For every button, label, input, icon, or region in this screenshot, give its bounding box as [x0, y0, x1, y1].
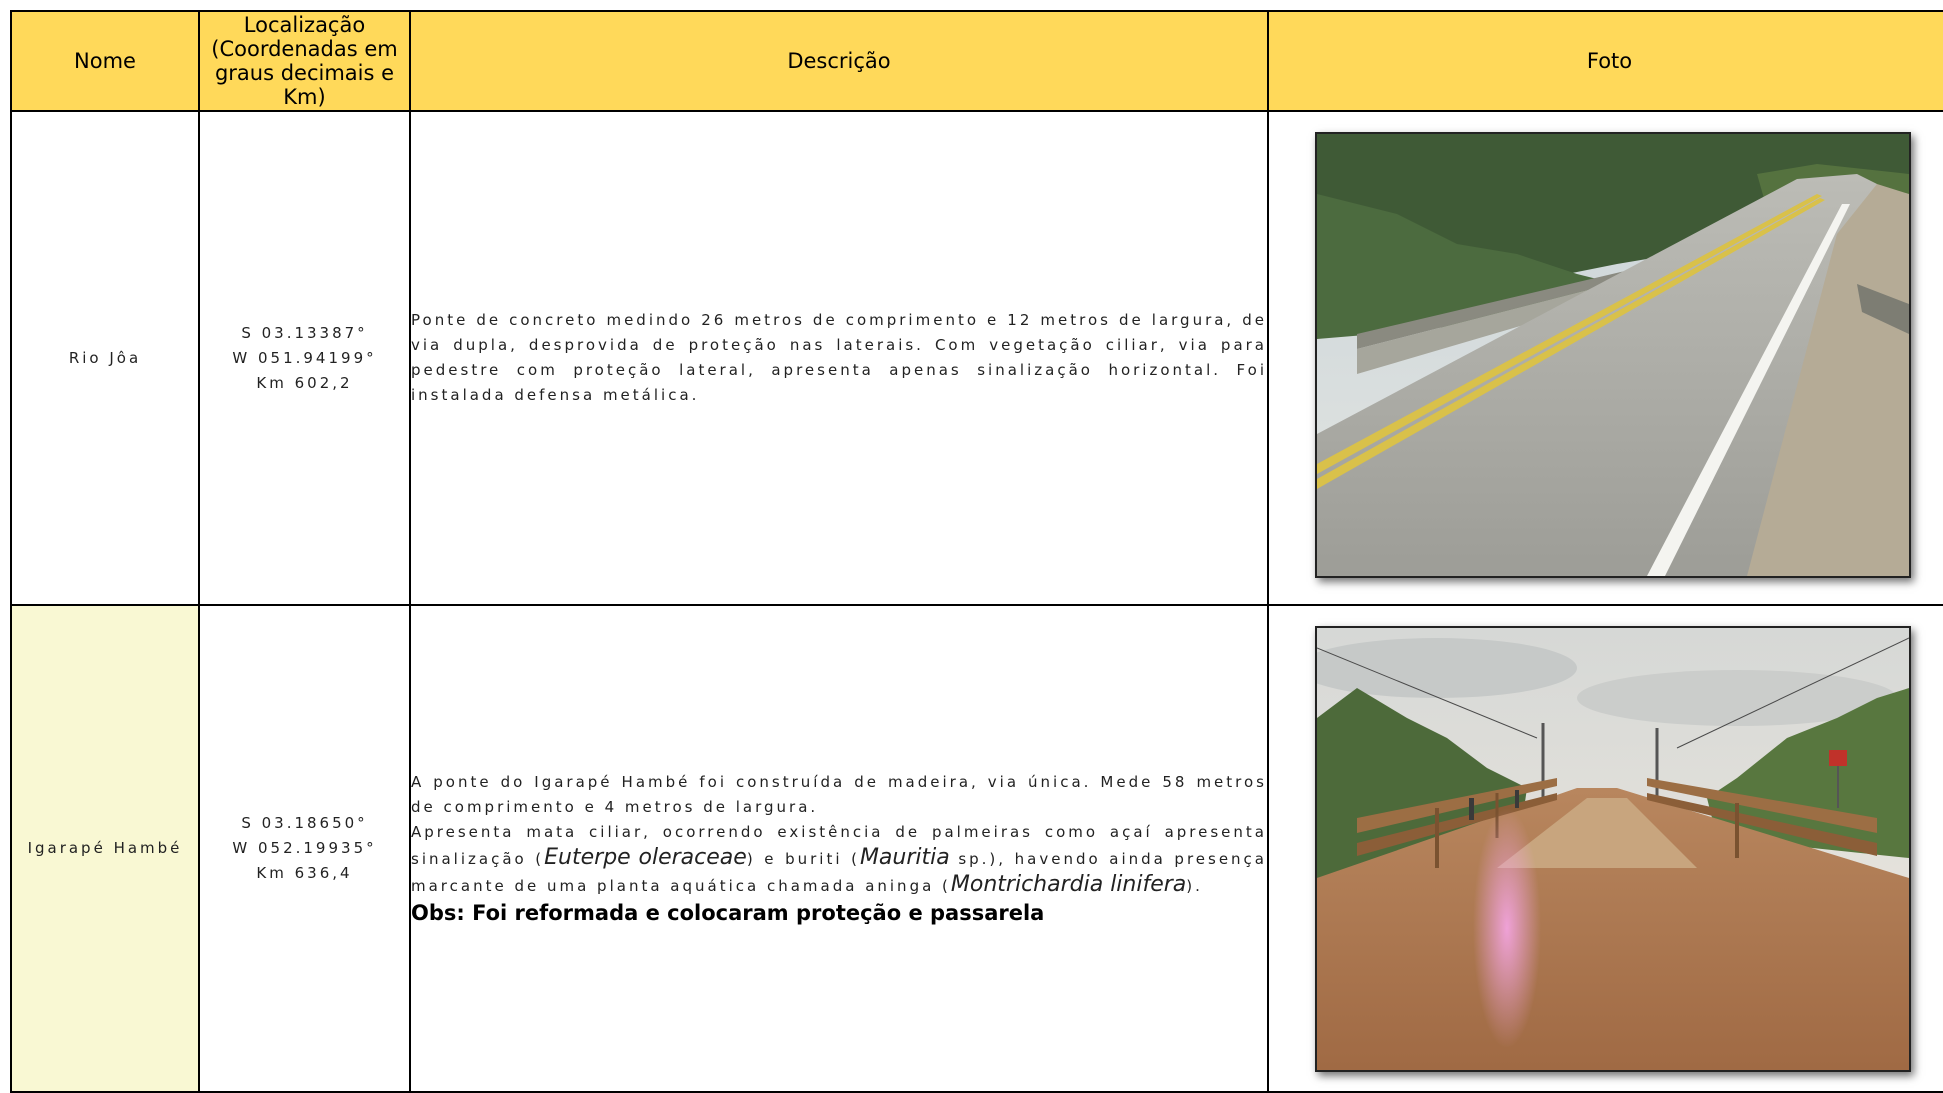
desc-text: ).	[1186, 877, 1203, 895]
row-photo-cell	[1267, 604, 1943, 1093]
coord-w: W 052.19935°	[232, 839, 377, 857]
species-euterpe: Euterpe oleraceae	[544, 845, 747, 870]
coord-w: W 051.94199°	[232, 348, 377, 367]
header-descricao: Descrição	[409, 10, 1269, 112]
row-location: S 03.18650° W 052.19935° Km 636,4	[198, 604, 411, 1093]
concrete-bridge-image	[1317, 134, 1909, 576]
coord-s: S 03.18650°	[241, 814, 368, 832]
row-name: Rio Jôa	[10, 110, 200, 606]
desc-paragraph-1: A ponte do Igarapé Hambé foi construída …	[411, 773, 1267, 816]
wooden-bridge-photo	[1315, 626, 1911, 1072]
km-marker: Km 636,4	[256, 864, 353, 882]
obs-note: Obs: Foi reformada e colocaram proteção …	[411, 901, 1045, 925]
row-location: S 03.13387° W 051.94199° Km 602,2	[198, 110, 411, 606]
row-photo-cell	[1267, 110, 1943, 606]
table-row: Rio Jôa S 03.13387° W 051.94199° Km 602,…	[10, 110, 1943, 606]
wooden-bridge-image	[1317, 628, 1909, 1070]
header-row: Nome Localização (Coordenadas em graus d…	[10, 10, 1943, 112]
header-foto: Foto	[1267, 10, 1943, 112]
coord-s: S 03.13387°	[241, 323, 368, 342]
bridges-table: Nome Localização (Coordenadas em graus d…	[10, 10, 1943, 1093]
desc-paragraph-2: Apresenta mata ciliar, ocorrendo existên…	[411, 820, 1267, 899]
species-montrichardia: Montrichardia linifera	[950, 872, 1187, 897]
header-nome: Nome	[10, 10, 200, 112]
row-name: Igarapé Hambé	[10, 604, 200, 1093]
table-row: Igarapé Hambé S 03.18650° W 052.19935° K…	[10, 604, 1943, 1093]
header-localizacao: Localização (Coordenadas em graus decima…	[198, 10, 411, 112]
species-mauritia: Mauritia	[859, 845, 950, 870]
row-description: A ponte do Igarapé Hambé foi construída …	[409, 604, 1269, 1093]
concrete-bridge-photo	[1315, 132, 1911, 578]
desc-text: ) e buriti (	[746, 850, 860, 868]
row-description: Ponte de concreto medindo 26 metros de c…	[409, 110, 1269, 606]
km-marker: Km 602,2	[256, 373, 353, 392]
